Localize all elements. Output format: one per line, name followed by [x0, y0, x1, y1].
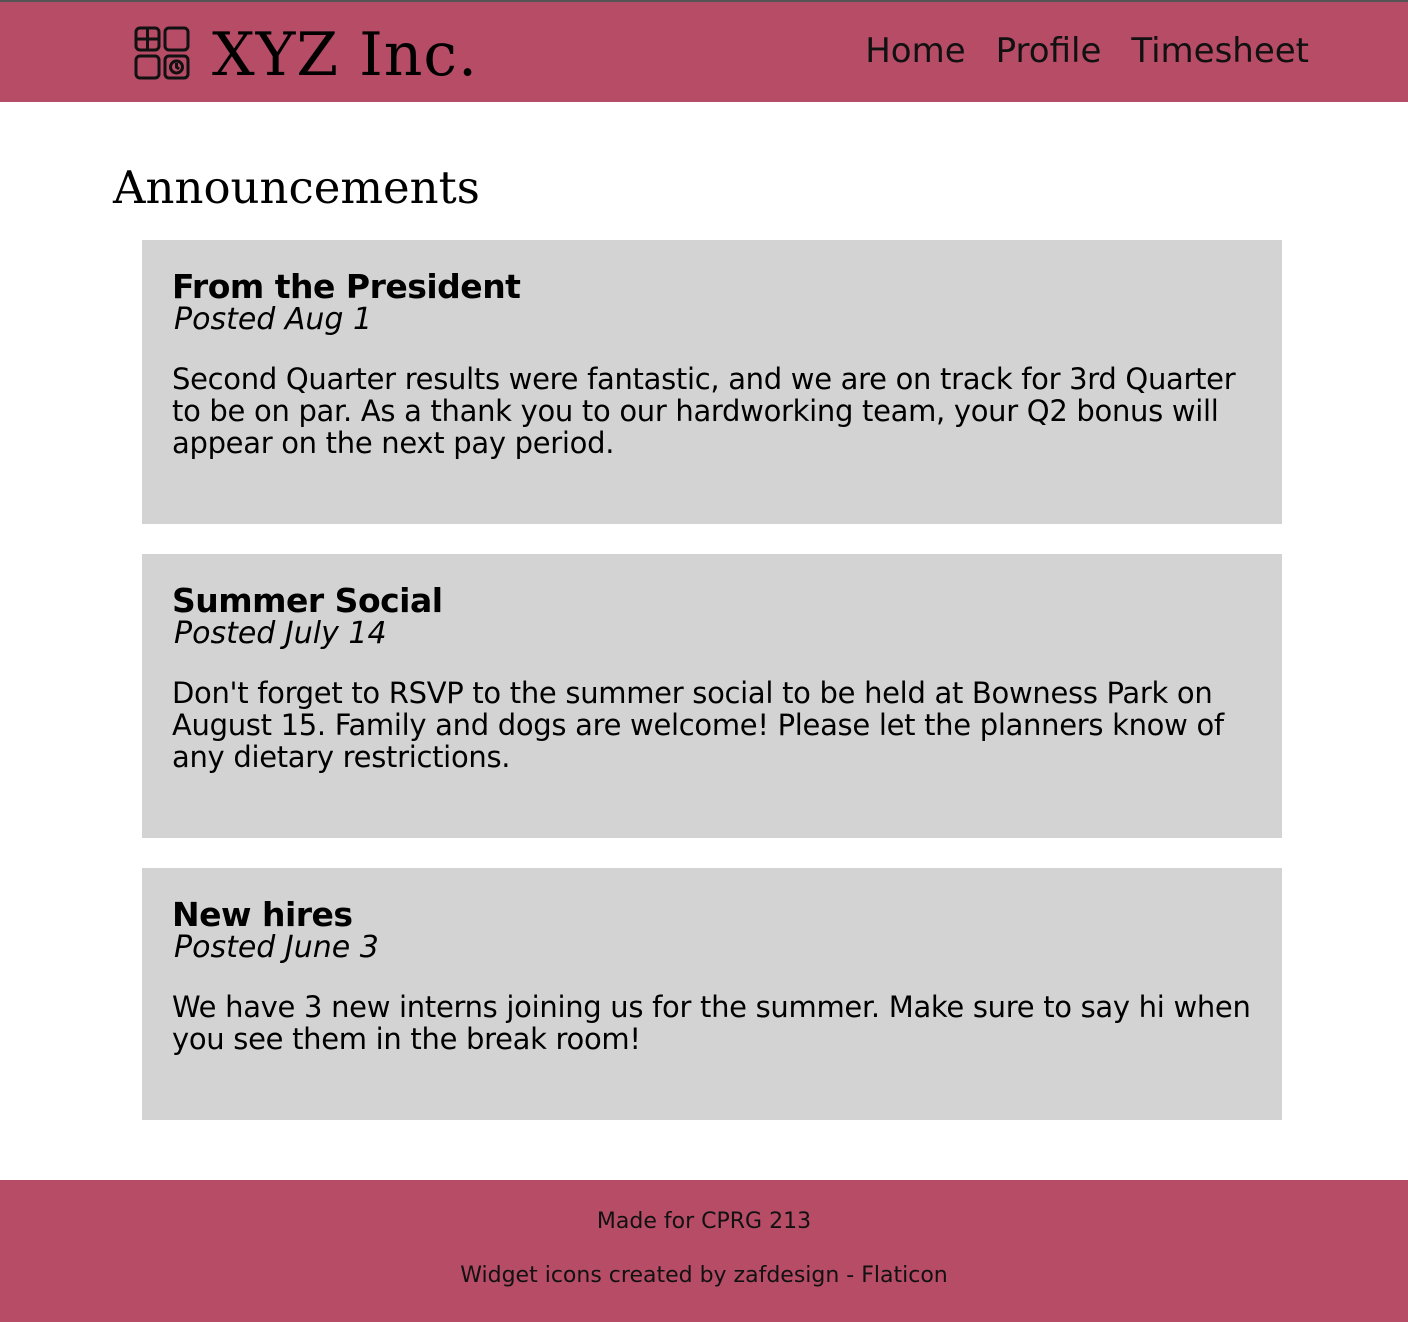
announcement-date: Posted July 14 — [174, 616, 387, 651]
announcement-title: New hires — [172, 895, 353, 934]
nav-link-timesheet[interactable]: Timesheet — [1131, 31, 1309, 71]
site-header: XYZ Inc. Home Profile Timesheet — [0, 2, 1408, 102]
footer-course-text: Made for CPRG 213 — [596, 1209, 812, 1234]
announcement-date: Posted June 3 — [174, 930, 379, 965]
announcement-card: Summer Social Posted July 14 Don't forge… — [142, 554, 1282, 838]
announcement-card: From the President Posted Aug 1 Second Q… — [142, 240, 1282, 524]
brand-name: XYZ Inc. — [212, 20, 479, 90]
announcement-date: Posted Aug 1 — [174, 302, 373, 337]
announcement-body: We have 3 new interns joining us for the… — [172, 990, 1251, 1056]
footer-icon-credits: Widget icons created by zafdesign - Flat… — [460, 1263, 948, 1288]
site-footer: Made for CPRG 213 Widget icons created b… — [0, 1180, 1408, 1322]
announcement-title: From the President — [172, 267, 521, 306]
page-title: Announcements — [113, 161, 480, 214]
nav-link-profile[interactable]: Profile — [996, 31, 1102, 71]
announcement-title: Summer Social — [172, 581, 443, 620]
main-nav: Home Profile Timesheet — [865, 31, 1309, 71]
nav-link-home[interactable]: Home — [865, 31, 965, 71]
announcement-body: Don't forget to RSVP to the summer socia… — [172, 676, 1224, 774]
announcement-card: New hires Posted June 3 We have 3 new in… — [142, 868, 1282, 1120]
widget-icon — [134, 26, 190, 80]
announcement-body: Second Quarter results were fantastic, a… — [172, 362, 1236, 460]
